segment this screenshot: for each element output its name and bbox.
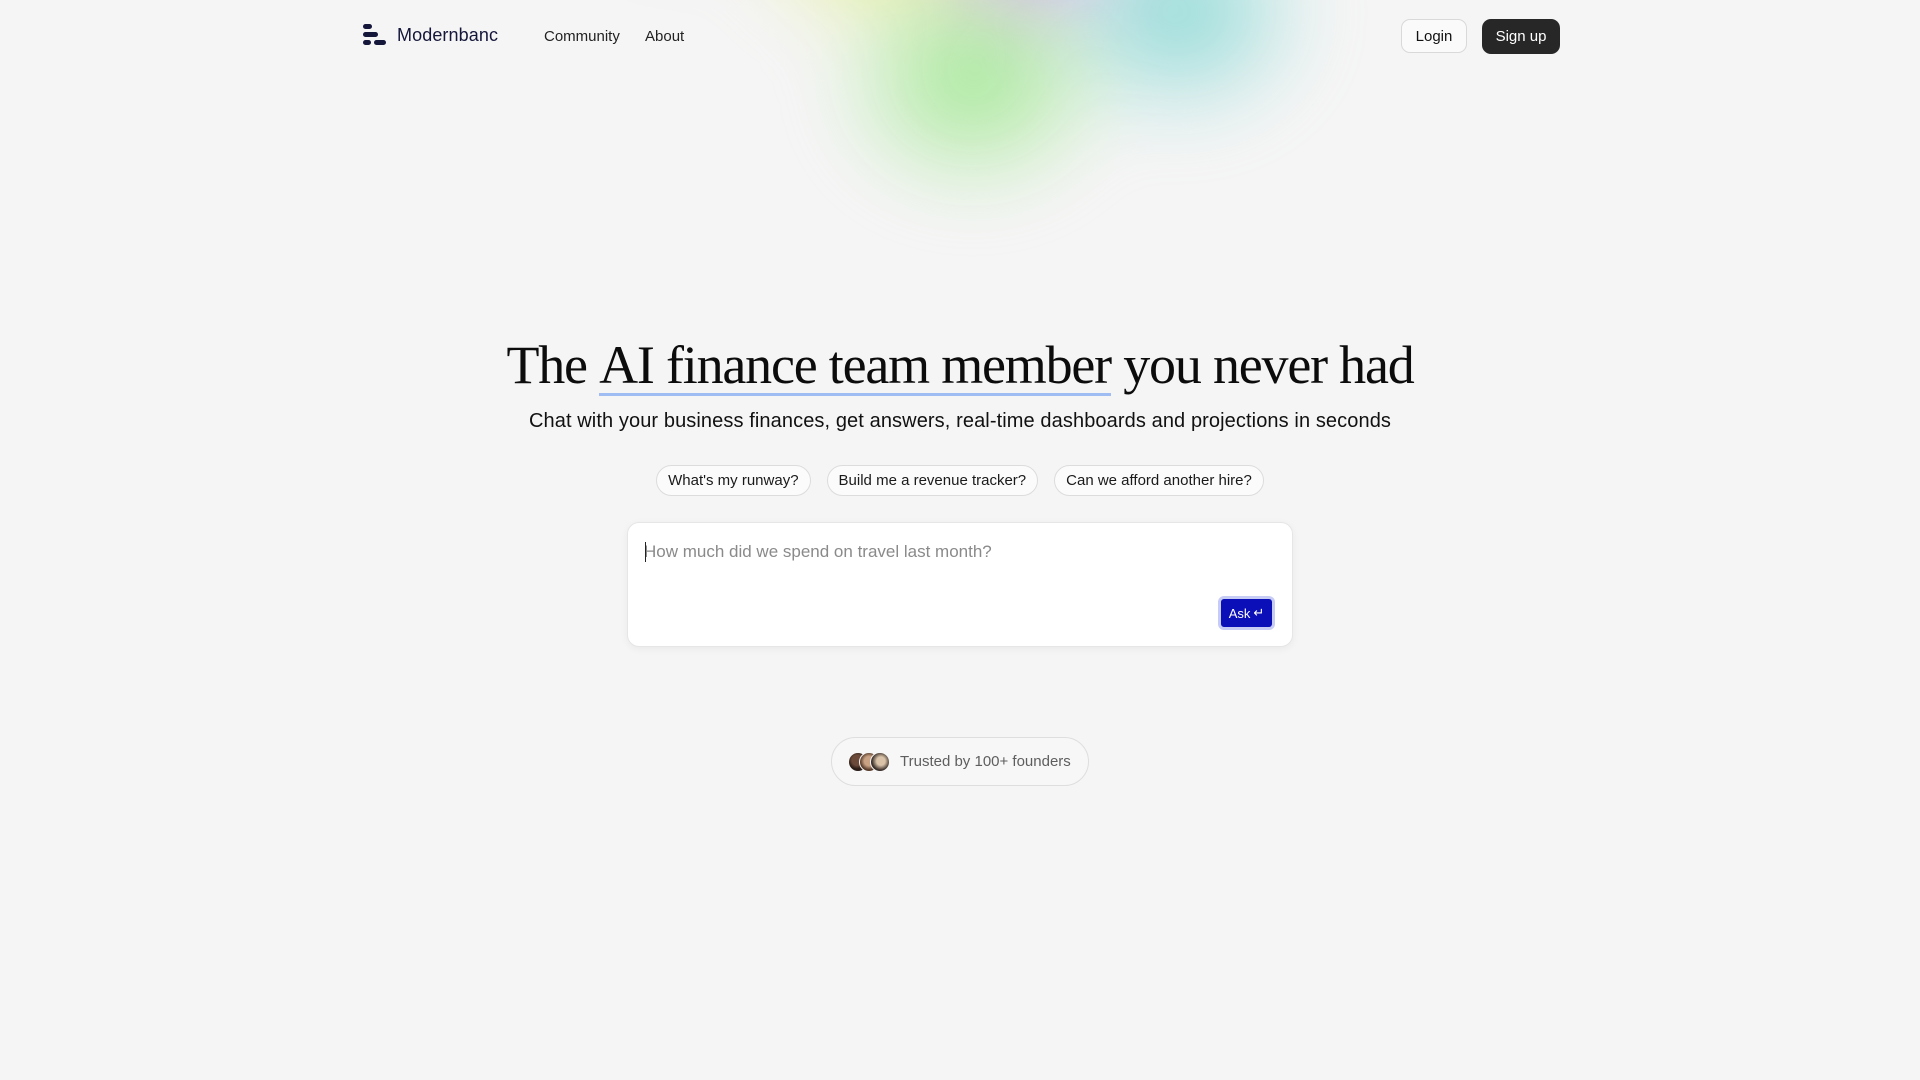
ask-button[interactable]: Ask ↵ (1218, 596, 1275, 630)
ask-button-label: Ask (1228, 605, 1251, 621)
suggestion-chip-runway[interactable]: What's my runway? (656, 465, 811, 496)
hero-subtitle: Chat with your business finances, get an… (528, 410, 1392, 432)
brand-name: Modernbanc (397, 24, 499, 45)
top-nav: Modernbanc Community About Login Sign up (0, 0, 1920, 74)
suggestion-chips: What's my runway? Build me a revenue tra… (0, 465, 1920, 496)
nav-link-about[interactable]: About (645, 28, 684, 45)
hero-title-prefix: The (506, 335, 600, 395)
text-caret (645, 542, 646, 562)
stacked-bars-logo-icon (363, 24, 387, 46)
suggestion-chip-revenue-tracker[interactable]: Build me a revenue tracker? (826, 465, 1039, 496)
ask-input[interactable] (644, 539, 1244, 565)
landing-page: Modernbanc Community About Login Sign up… (0, 0, 1920, 1080)
login-button[interactable]: Login (1401, 19, 1467, 53)
signup-button[interactable]: Sign up (1482, 19, 1560, 54)
nav-link-community[interactable]: Community (544, 28, 620, 45)
hero-title-highlight: AI finance team member (599, 335, 1112, 396)
avatar (870, 751, 890, 772)
founder-avatars (848, 751, 890, 772)
brand-logo-link[interactable]: Modernbanc (363, 24, 498, 46)
hero-title-suffix: you never had (1110, 335, 1414, 395)
trusted-text: Trusted by 100+ founders (900, 753, 1071, 770)
suggestion-chip-hire[interactable]: Can we afford another hire? (1054, 465, 1264, 496)
enter-icon: ↵ (1253, 605, 1265, 620)
ask-box: Ask ↵ (627, 522, 1293, 647)
hero-title: The AI finance team member you never had (0, 328, 1920, 402)
trusted-badge: Trusted by 100+ founders (831, 737, 1089, 786)
